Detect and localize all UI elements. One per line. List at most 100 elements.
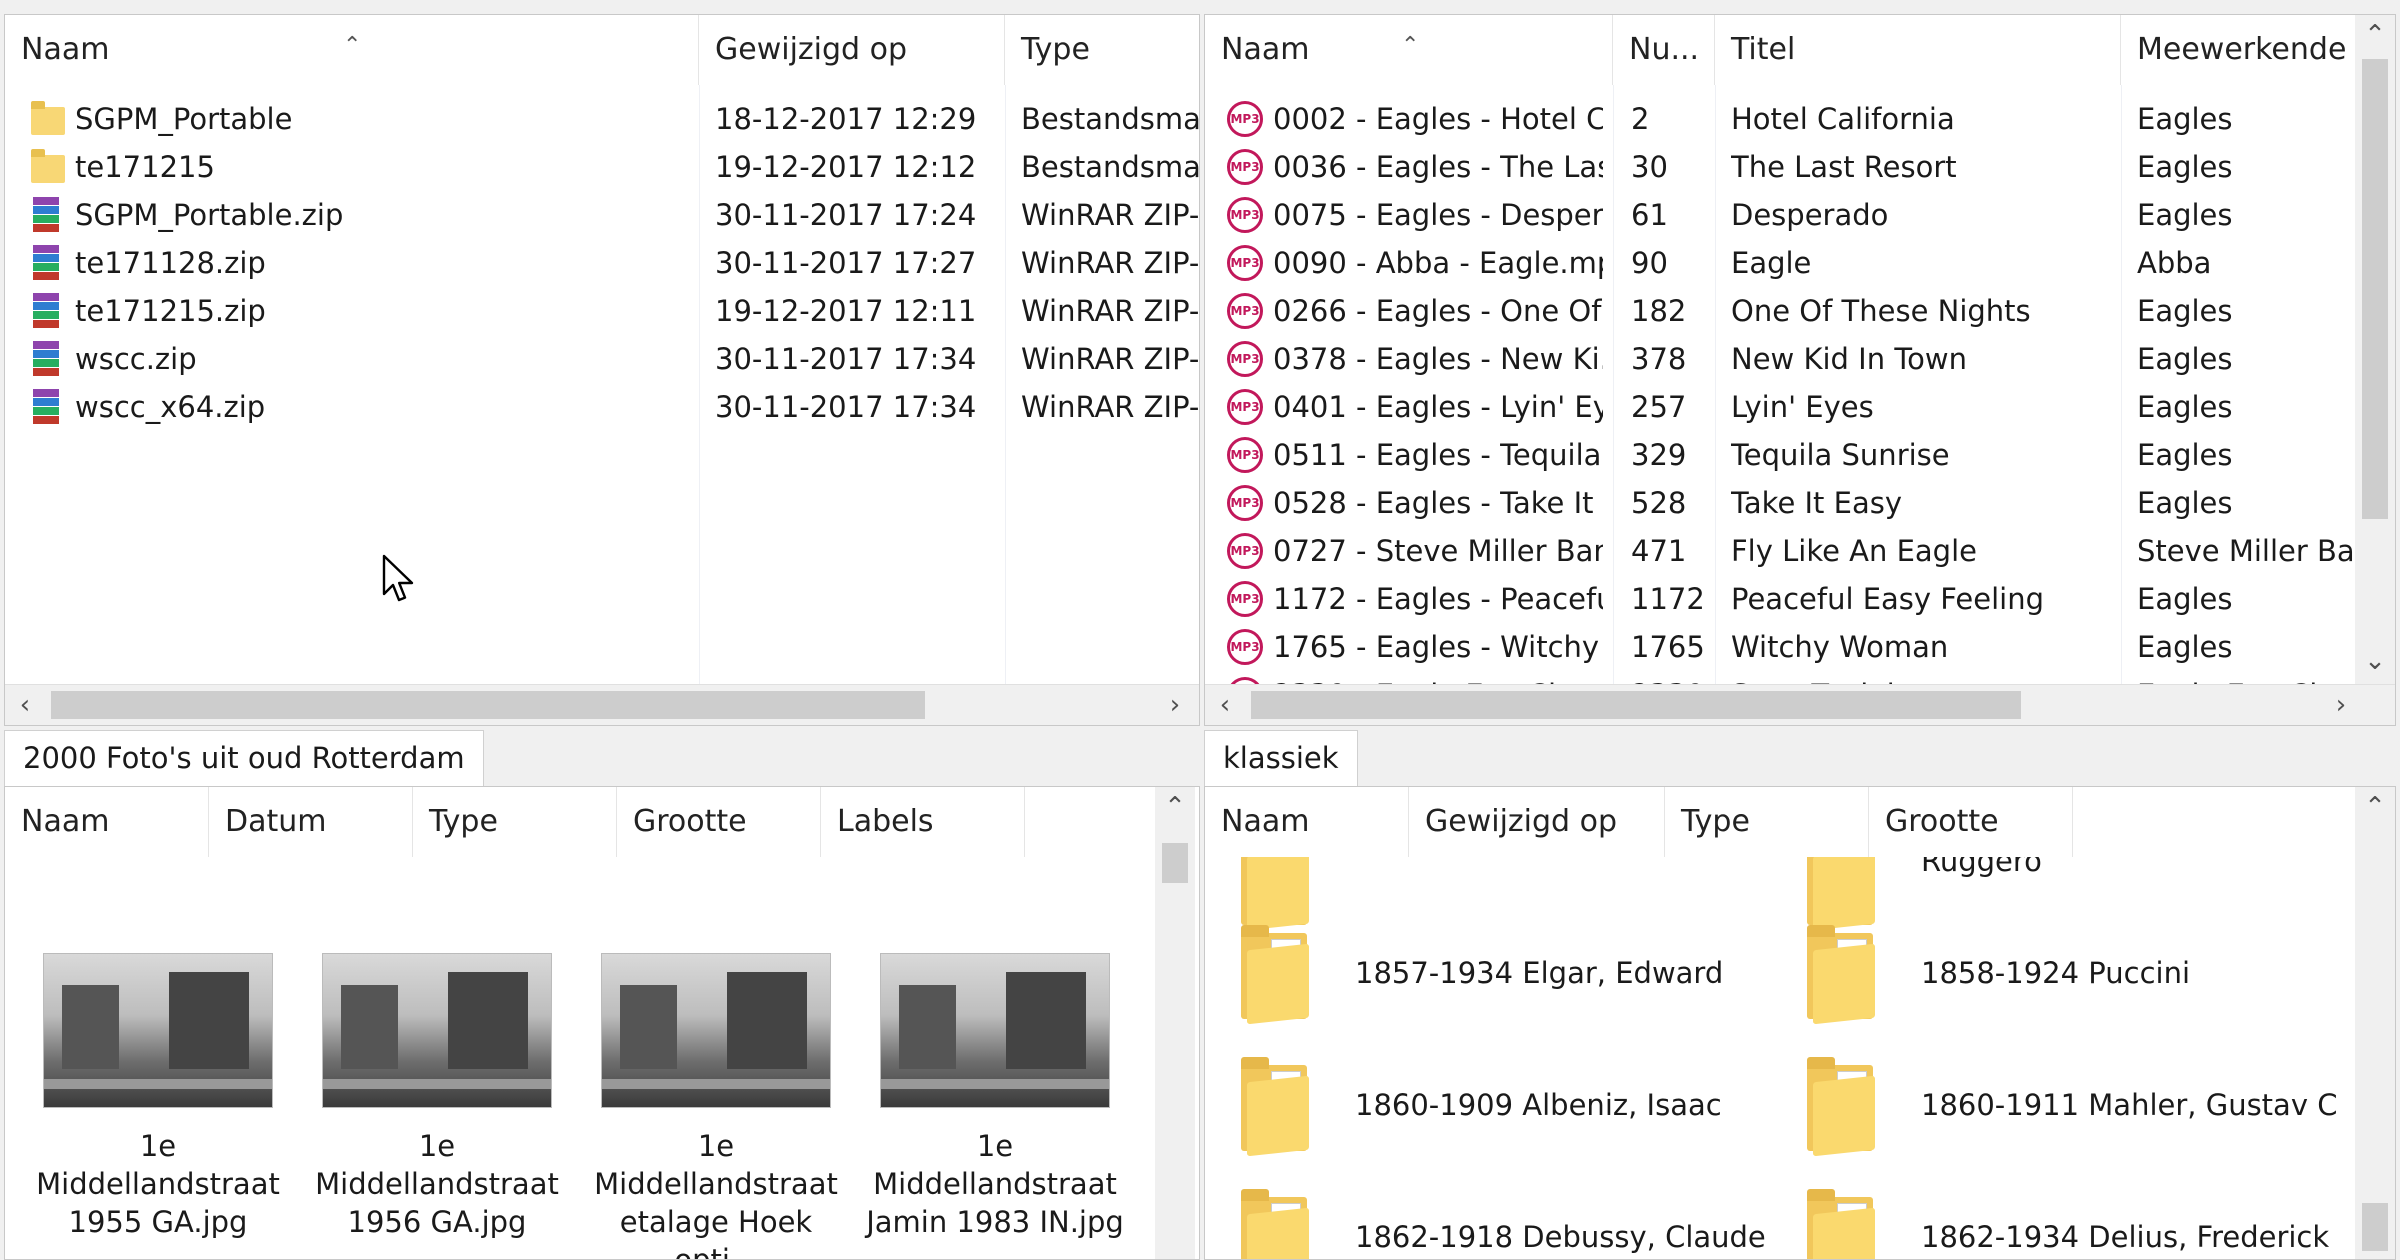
track-name: 0528 - Eagles - Take It ...: [1273, 486, 1603, 520]
folder-icon: [31, 149, 65, 183]
music-row[interactable]: MP3 1765 - Eagles - Witchy ... 1765 Witchy …: [1205, 623, 2355, 671]
track-number: 30: [1631, 150, 1668, 184]
tab-label: klassiek: [1223, 741, 1339, 775]
music-file-list: MP3 0002 - Eagles - Hotel C... 2 Hotel Cali…: [1205, 15, 2355, 685]
track-title: One Of These Nights: [1731, 294, 2031, 328]
file-row[interactable]: SGPM_Portable 18-12-2017 12:29 Bestandsmap: [5, 95, 1199, 143]
file-type: Bestandsmap: [1021, 150, 1199, 184]
music-row[interactable]: MP32339 - Eagle Eye Cherr...2339Save Ton…: [1205, 671, 2355, 685]
mp3-file-icon: MP3: [1227, 485, 1263, 521]
column-header-labels[interactable]: Labels: [821, 787, 1025, 857]
music-row[interactable]: MP3 1172 - Eagles - Peacefu... 1172 Peacefu…: [1205, 575, 2355, 623]
tab-klassiek[interactable]: klassiek: [1204, 730, 1358, 786]
track-name: 0090 - Abba - Eagle.mp3: [1273, 246, 1603, 280]
horizontal-scrollbar[interactable]: ‹ ›: [1205, 684, 2395, 725]
scrollbar-thumb[interactable]: [2362, 59, 2388, 519]
music-row[interactable]: MP3 0075 - Eagles - Despera... 61 Desperado…: [1205, 191, 2355, 239]
track-title: Desperado: [1731, 198, 1889, 232]
horizontal-scrollbar[interactable]: ‹ ›: [5, 684, 1199, 725]
file-row[interactable]: wscc.zip 30-11-2017 17:34 WinRAR ZIP-a: [5, 335, 1199, 383]
column-header-gewijzigd-op[interactable]: Gewijzigd op: [699, 15, 1005, 85]
track-number: 61: [1631, 198, 1668, 232]
tab-strip: 2000 Foto's uit oud Rotterdam: [4, 730, 1200, 786]
column-header-grootte[interactable]: Grootte: [617, 787, 821, 857]
column-header-label: Grootte: [633, 804, 747, 839]
scrollbar-thumb[interactable]: [1251, 691, 2021, 719]
chevron-left-icon[interactable]: ‹: [5, 685, 45, 725]
folder-icon: [1807, 925, 1879, 1025]
winrar-archive-icon: [29, 243, 63, 281]
file-date: 18-12-2017 12:29: [715, 102, 977, 136]
track-title: Fly Like An Eagle: [1731, 534, 1977, 568]
track-title: Save Tonight: [1731, 671, 2111, 685]
file-type: Bestandsmap: [1021, 102, 1199, 136]
column-header-bar: Naam Datum Type Grootte Labels: [5, 787, 1199, 857]
track-title: Take It Easy: [1731, 486, 1903, 520]
track-number: 528: [1631, 486, 1687, 520]
column-header-naam[interactable]: Naam ⌃: [5, 15, 699, 85]
scrollbar-thumb[interactable]: [51, 691, 925, 719]
vertical-scrollbar[interactable]: ⌃ ⌄: [2355, 15, 2395, 687]
scrollbar-thumb[interactable]: [2362, 1203, 2388, 1251]
track-name: 0727 - Steve Miller Ban...: [1273, 534, 1603, 568]
photo-caption: 1e Middellandstraat etalage Hoek opti...: [581, 1127, 851, 1259]
file-row[interactable]: te171215 19-12-2017 12:12 Bestandsmap: [5, 143, 1199, 191]
column-header-label: Naam: [21, 804, 110, 839]
file-row[interactable]: SGPM_Portable.zip 30-11-2017 17:24 WinRAR …: [5, 191, 1199, 239]
chevron-up-icon[interactable]: ⌃: [2355, 787, 2395, 827]
column-header-naam[interactable]: Naam: [1205, 787, 1409, 857]
mp3-file-icon: MP3: [1227, 437, 1263, 473]
mouse-pointer-icon: [382, 554, 414, 602]
track-number: 1765: [1631, 630, 1705, 664]
chevron-left-icon[interactable]: ‹: [1205, 685, 1245, 725]
mp3-file-icon: MP3: [1227, 101, 1263, 137]
file-type: WinRAR ZIP-a: [1021, 390, 1199, 424]
file-row[interactable]: te171128.zip 30-11-2017 17:27 WinRAR ZIP-a: [5, 239, 1199, 287]
bottom-left-photo-pane: Naam Datum Type Grootte Labels 1e Middel…: [4, 786, 1200, 1260]
track-name: 0002 - Eagles - Hotel C...: [1273, 102, 1603, 136]
music-row[interactable]: MP3 0090 - Abba - Eagle.mp3 90 Eagle Abba: [1205, 239, 2355, 287]
music-row[interactable]: MP3 0002 - Eagles - Hotel C... 2 Hotel Cali…: [1205, 95, 2355, 143]
column-header-type[interactable]: Type: [413, 787, 617, 857]
winrar-archive-icon: [29, 291, 63, 329]
scrollbar-thumb[interactable]: [1162, 843, 1188, 883]
music-row[interactable]: MP3 0378 - Eagles - New Ki... 378 New Kid I…: [1205, 335, 2355, 383]
column-header-label: Naam: [1221, 804, 1310, 839]
photo-caption-line: 1956 GA.jpg: [347, 1205, 527, 1239]
music-row[interactable]: MP3 0528 - Eagles - Take It ... 528 Take It…: [1205, 479, 2355, 527]
music-row[interactable]: MP3 0266 - Eagles - One Of ... 182 One Of T…: [1205, 287, 2355, 335]
column-header-gewijzigd-op[interactable]: Gewijzigd op: [1409, 787, 1665, 857]
chevron-right-icon[interactable]: ›: [1155, 685, 1195, 725]
track-artist: Abba: [2137, 246, 2212, 280]
vertical-scrollbar[interactable]: ⌃: [1155, 787, 1195, 1259]
file-row[interactable]: te171215.zip 19-12-2017 12:11 WinRAR ZIP-a: [5, 287, 1199, 335]
track-title: Lyin' Eyes: [1731, 390, 1874, 424]
photo-caption: 1e Middellandstraat 1956 GA.jpg: [302, 1127, 572, 1241]
chevron-down-icon[interactable]: ⌄: [2355, 641, 2395, 681]
file-date: 30-11-2017 17:34: [715, 342, 977, 376]
track-artist: Eagles: [2137, 342, 2233, 376]
column-header-type[interactable]: Type: [1005, 15, 1199, 85]
tab-2000-fotos[interactable]: 2000 Foto's uit oud Rotterdam: [4, 730, 484, 786]
music-row[interactable]: MP3 0727 - Steve Miller Ban... 471 Fly Like…: [1205, 527, 2355, 575]
file-row[interactable]: wscc_x64.zip 30-11-2017 17:34 WinRAR ZIP-a: [5, 383, 1199, 431]
tab-strip: klassiek: [1204, 730, 2396, 786]
column-header-datum[interactable]: Datum: [209, 787, 413, 857]
column-header-grootte[interactable]: Grootte: [1869, 787, 2073, 857]
music-row[interactable]: MP3 0511 - Eagles - Tequila ... 329 Tequila…: [1205, 431, 2355, 479]
column-header-label: Datum: [225, 804, 327, 839]
chevron-up-icon[interactable]: ⌃: [2355, 15, 2395, 55]
photo-thumbnail: [880, 953, 1110, 1108]
track-artist: Eagles: [2137, 582, 2233, 616]
mp3-file-icon: MP3: [1227, 629, 1263, 665]
music-row[interactable]: MP3 0036 - Eagles - The Las... 30 The Last …: [1205, 143, 2355, 191]
track-number: 329: [1631, 438, 1687, 472]
file-date: 30-11-2017 17:27: [715, 246, 977, 280]
chevron-right-icon[interactable]: ›: [2321, 685, 2361, 725]
column-header-type[interactable]: Type: [1665, 787, 1869, 857]
vertical-scrollbar[interactable]: ⌃: [2355, 787, 2395, 1259]
chevron-up-icon[interactable]: ⌃: [1155, 787, 1195, 827]
file-type: WinRAR ZIP-a: [1021, 342, 1199, 376]
column-header-naam[interactable]: Naam: [5, 787, 209, 857]
music-row[interactable]: MP3 0401 - Eagles - Lyin' Ey... 257 Lyin' E…: [1205, 383, 2355, 431]
